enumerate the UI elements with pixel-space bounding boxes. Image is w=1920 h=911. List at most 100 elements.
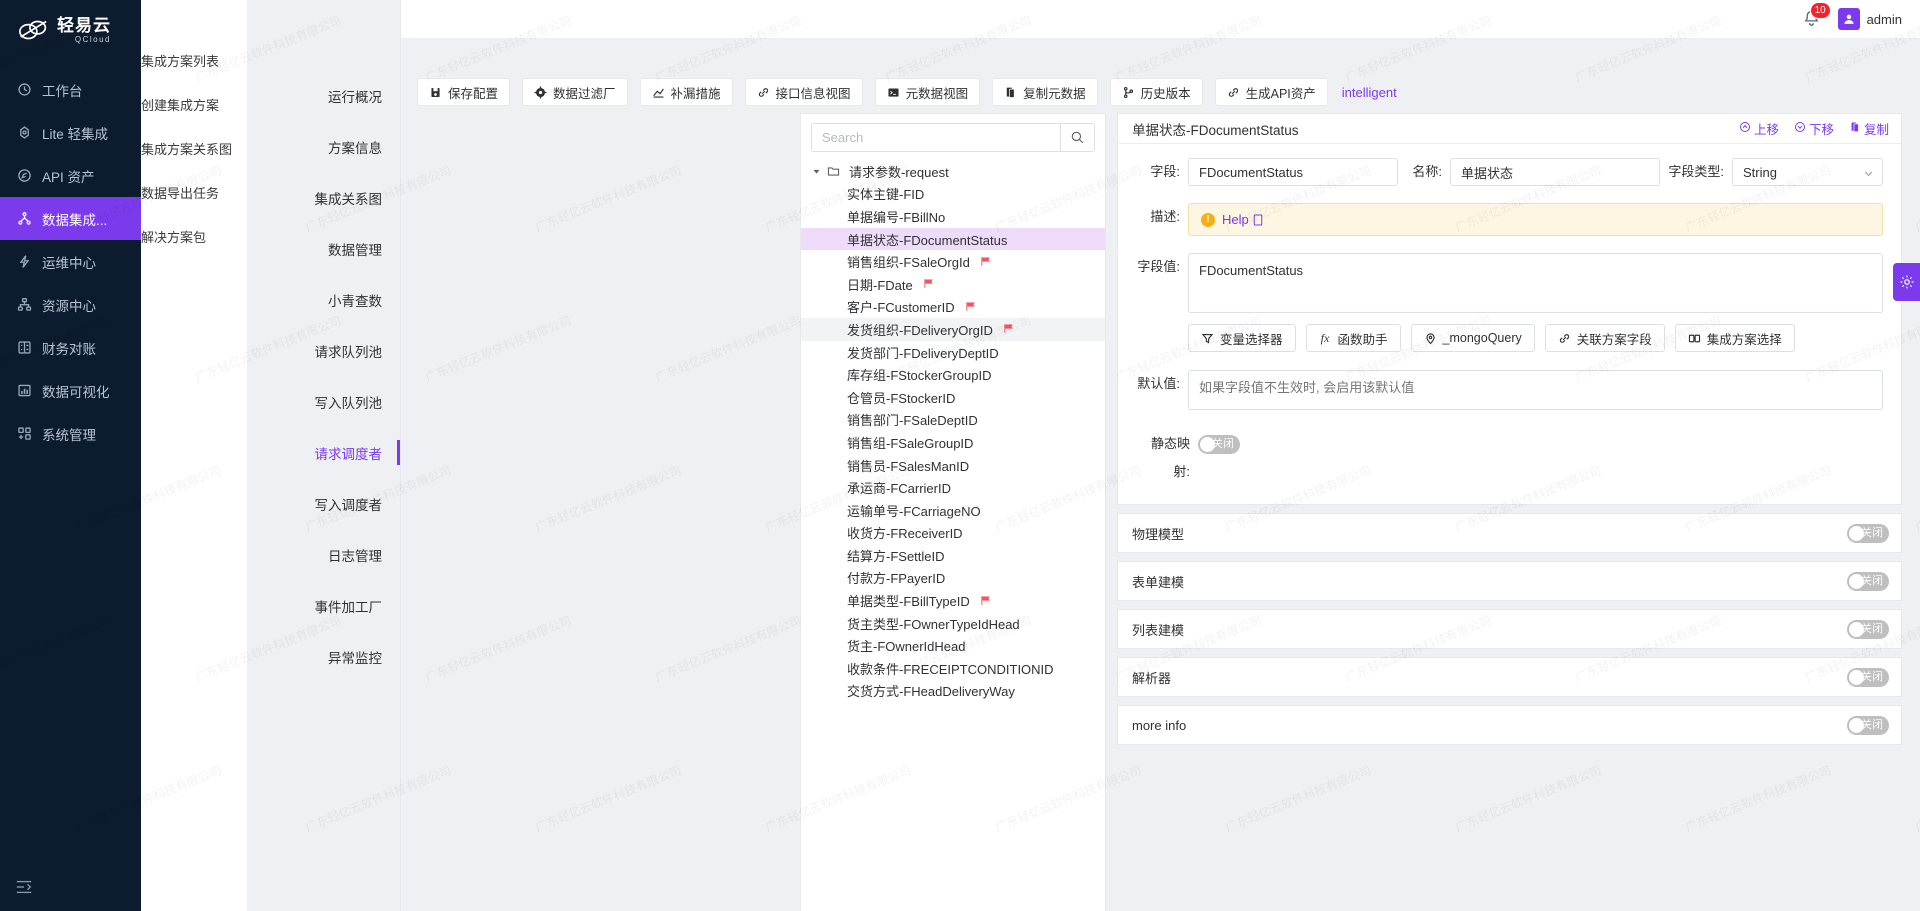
- detail-action-1[interactable]: 下移: [1794, 119, 1834, 138]
- section-toggle[interactable]: 关闭: [1847, 667, 1889, 687]
- default-textarea[interactable]: [1188, 370, 1883, 410]
- caret-down-icon[interactable]: [811, 166, 822, 177]
- section-row-2[interactable]: 列表建模 关闭: [1117, 609, 1902, 649]
- toolbar-button-7[interactable]: 生成API资产: [1214, 78, 1328, 106]
- value-button-1[interactable]: fx 函数助手: [1305, 324, 1401, 352]
- submenu-item-2[interactable]: 集成方案关系图: [141, 126, 247, 170]
- section-row-3[interactable]: 解析器 关闭: [1117, 657, 1902, 697]
- vtab-1[interactable]: 方案信息: [247, 121, 400, 172]
- tree-node[interactable]: 销售员-FSalesManID: [801, 454, 1105, 477]
- user-menu[interactable]: admin: [1837, 8, 1902, 30]
- toolbar-link[interactable]: intelligent: [1340, 85, 1397, 100]
- branch-icon: [1122, 86, 1135, 99]
- section-toggle[interactable]: 关闭: [1847, 619, 1889, 639]
- tree-node[interactable]: 库存组-FStockerGroupID: [801, 363, 1105, 386]
- section-row-1[interactable]: 表单建模 关闭: [1117, 561, 1902, 601]
- vtab-10[interactable]: 事件加工厂: [247, 580, 400, 631]
- section-row-0[interactable]: 物理模型 关闭: [1117, 513, 1902, 553]
- vtab-label: 方案信息: [328, 140, 382, 156]
- sidebar-item-8[interactable]: 系统管理: [0, 412, 141, 455]
- section-toggle[interactable]: 关闭: [1847, 715, 1889, 735]
- vtab-8[interactable]: 写入调度者: [247, 478, 400, 529]
- tree-node[interactable]: 发货组织-FDeliveryOrgID: [801, 318, 1105, 341]
- search-icon[interactable]: [1060, 124, 1094, 151]
- tree-node[interactable]: 销售部门-FSaleDeptID: [801, 409, 1105, 432]
- toolbar-button-1[interactable]: 数据过滤厂: [522, 78, 628, 106]
- submenu-item-1[interactable]: 创建集成方案: [141, 82, 247, 126]
- tree-root-node[interactable]: 请求参数-request: [801, 160, 1105, 183]
- sidebar-item-6[interactable]: 财务对账: [0, 326, 141, 369]
- vtab-5[interactable]: 请求队列池: [247, 325, 400, 376]
- tree-node[interactable]: 实体主键-FID: [801, 183, 1105, 206]
- tree-node[interactable]: 单据类型-FBillTypeID: [801, 589, 1105, 612]
- static-mapping-toggle[interactable]: 关闭: [1198, 435, 1240, 454]
- pin-icon: [1425, 332, 1435, 344]
- save-icon: [429, 86, 442, 99]
- vtab-2[interactable]: 集成关系图: [247, 172, 400, 223]
- tree-node[interactable]: 结算方-FSettleID: [801, 544, 1105, 567]
- settings-float-button[interactable]: [1893, 263, 1920, 301]
- section-toggle[interactable]: 关闭: [1847, 523, 1889, 543]
- tree-node[interactable]: 交货方式-FHeadDeliveryWay: [801, 680, 1105, 703]
- value-button-2[interactable]: _mongoQuery: [1410, 324, 1535, 352]
- tree-node[interactable]: 单据编号-FBillNo: [801, 205, 1105, 228]
- sidebar-item-7[interactable]: 数据可视化: [0, 369, 141, 412]
- toolbar-button-4[interactable]: 元数据视图: [874, 78, 981, 106]
- vtab-9[interactable]: 日志管理: [247, 529, 400, 580]
- vtab-0[interactable]: 运行概况: [247, 70, 400, 121]
- sidebar-item-3[interactable]: 数据集成...: [0, 197, 141, 240]
- tree-node[interactable]: 运输单号-FCarriageNO: [801, 499, 1105, 522]
- help-link[interactable]: Help: [1222, 212, 1263, 227]
- tree-node[interactable]: 承运商-FCarrierID: [801, 476, 1105, 499]
- toolbar-button-0[interactable]: 保存配置: [417, 78, 511, 106]
- sidebar-item-0[interactable]: 工作台: [0, 68, 141, 111]
- flag-icon: [923, 278, 935, 290]
- detail-action-2[interactable]: 复制: [1849, 119, 1889, 138]
- field-input[interactable]: [1188, 158, 1398, 186]
- sidebar-item-5[interactable]: 资源中心: [0, 283, 141, 326]
- tree-node[interactable]: 销售组织-FSaleOrgId: [801, 250, 1105, 273]
- tree-node[interactable]: 客户-FCustomerID: [801, 296, 1105, 319]
- type-select[interactable]: [1732, 158, 1883, 186]
- tree-node[interactable]: 日期-FDate: [801, 273, 1105, 296]
- tree-node[interactable]: 收款条件-FRECEIPTCONDITIONID: [801, 657, 1105, 680]
- value-button-0[interactable]: 变量选择器: [1188, 324, 1296, 352]
- vtab-3[interactable]: 数据管理: [247, 223, 400, 274]
- toolbar-button-2[interactable]: 补漏措施: [639, 78, 733, 106]
- submenu-item-3[interactable]: 数据导出任务: [141, 170, 247, 214]
- submenu-item-0[interactable]: 集成方案列表: [141, 38, 247, 82]
- sidebar-item-4[interactable]: 运维中心: [0, 240, 141, 283]
- value-button-3[interactable]: 关联方案字段: [1544, 324, 1665, 352]
- section-row-4[interactable]: more info 关闭: [1117, 705, 1902, 745]
- tree-node[interactable]: 销售组-FSaleGroupID: [801, 431, 1105, 454]
- search-input[interactable]: [812, 124, 1060, 151]
- value-textarea[interactable]: FDocumentStatus: [1188, 253, 1883, 313]
- vtab-7[interactable]: 请求调度者: [247, 427, 400, 478]
- vtab-6[interactable]: 写入队列池: [247, 376, 400, 427]
- tree-node[interactable]: 仓管员-FStockerID: [801, 386, 1105, 409]
- toolbar-button-6[interactable]: 历史版本: [1109, 78, 1203, 106]
- sidebar-item-1[interactable]: Lite 轻集成: [0, 111, 141, 154]
- brand-name: 轻易云: [57, 15, 111, 35]
- collapse-menu-icon[interactable]: [14, 877, 34, 897]
- tree-node[interactable]: 收货方-FReceiverID: [801, 522, 1105, 545]
- vtab-11[interactable]: 异常监控: [247, 631, 400, 682]
- brand[interactable]: 轻易云 QCloud: [0, 0, 141, 60]
- toggle-label: 关闭: [1861, 718, 1883, 731]
- tree-node[interactable]: 付款方-FPayerID: [801, 567, 1105, 590]
- detail-action-0[interactable]: 上移: [1739, 119, 1779, 138]
- name-input[interactable]: [1450, 158, 1660, 186]
- value-button-4[interactable]: 集成方案选择: [1674, 324, 1795, 352]
- tree-node[interactable]: 发货部门-FDeliveryDeptID: [801, 341, 1105, 364]
- vtab-4[interactable]: 小青查数: [247, 274, 400, 325]
- section-toggle[interactable]: 关闭: [1847, 571, 1889, 591]
- toolbar-button-5[interactable]: 复制元数据: [992, 78, 1098, 106]
- vtab-label: 请求队列池: [314, 344, 383, 360]
- tree-node[interactable]: 货主类型-FOwnerTypeIdHead: [801, 612, 1105, 635]
- tree-node[interactable]: 单据状态-FDocumentStatus: [801, 227, 1105, 251]
- tree-node[interactable]: 货主-FOwnerIdHead: [801, 634, 1105, 657]
- bell-icon[interactable]: 10: [1802, 2, 1831, 29]
- sidebar-item-2[interactable]: API 资产: [0, 154, 141, 197]
- toolbar-button-3[interactable]: 接口信息视图: [744, 78, 863, 106]
- submenu-item-4[interactable]: 解决方案包: [141, 214, 247, 258]
